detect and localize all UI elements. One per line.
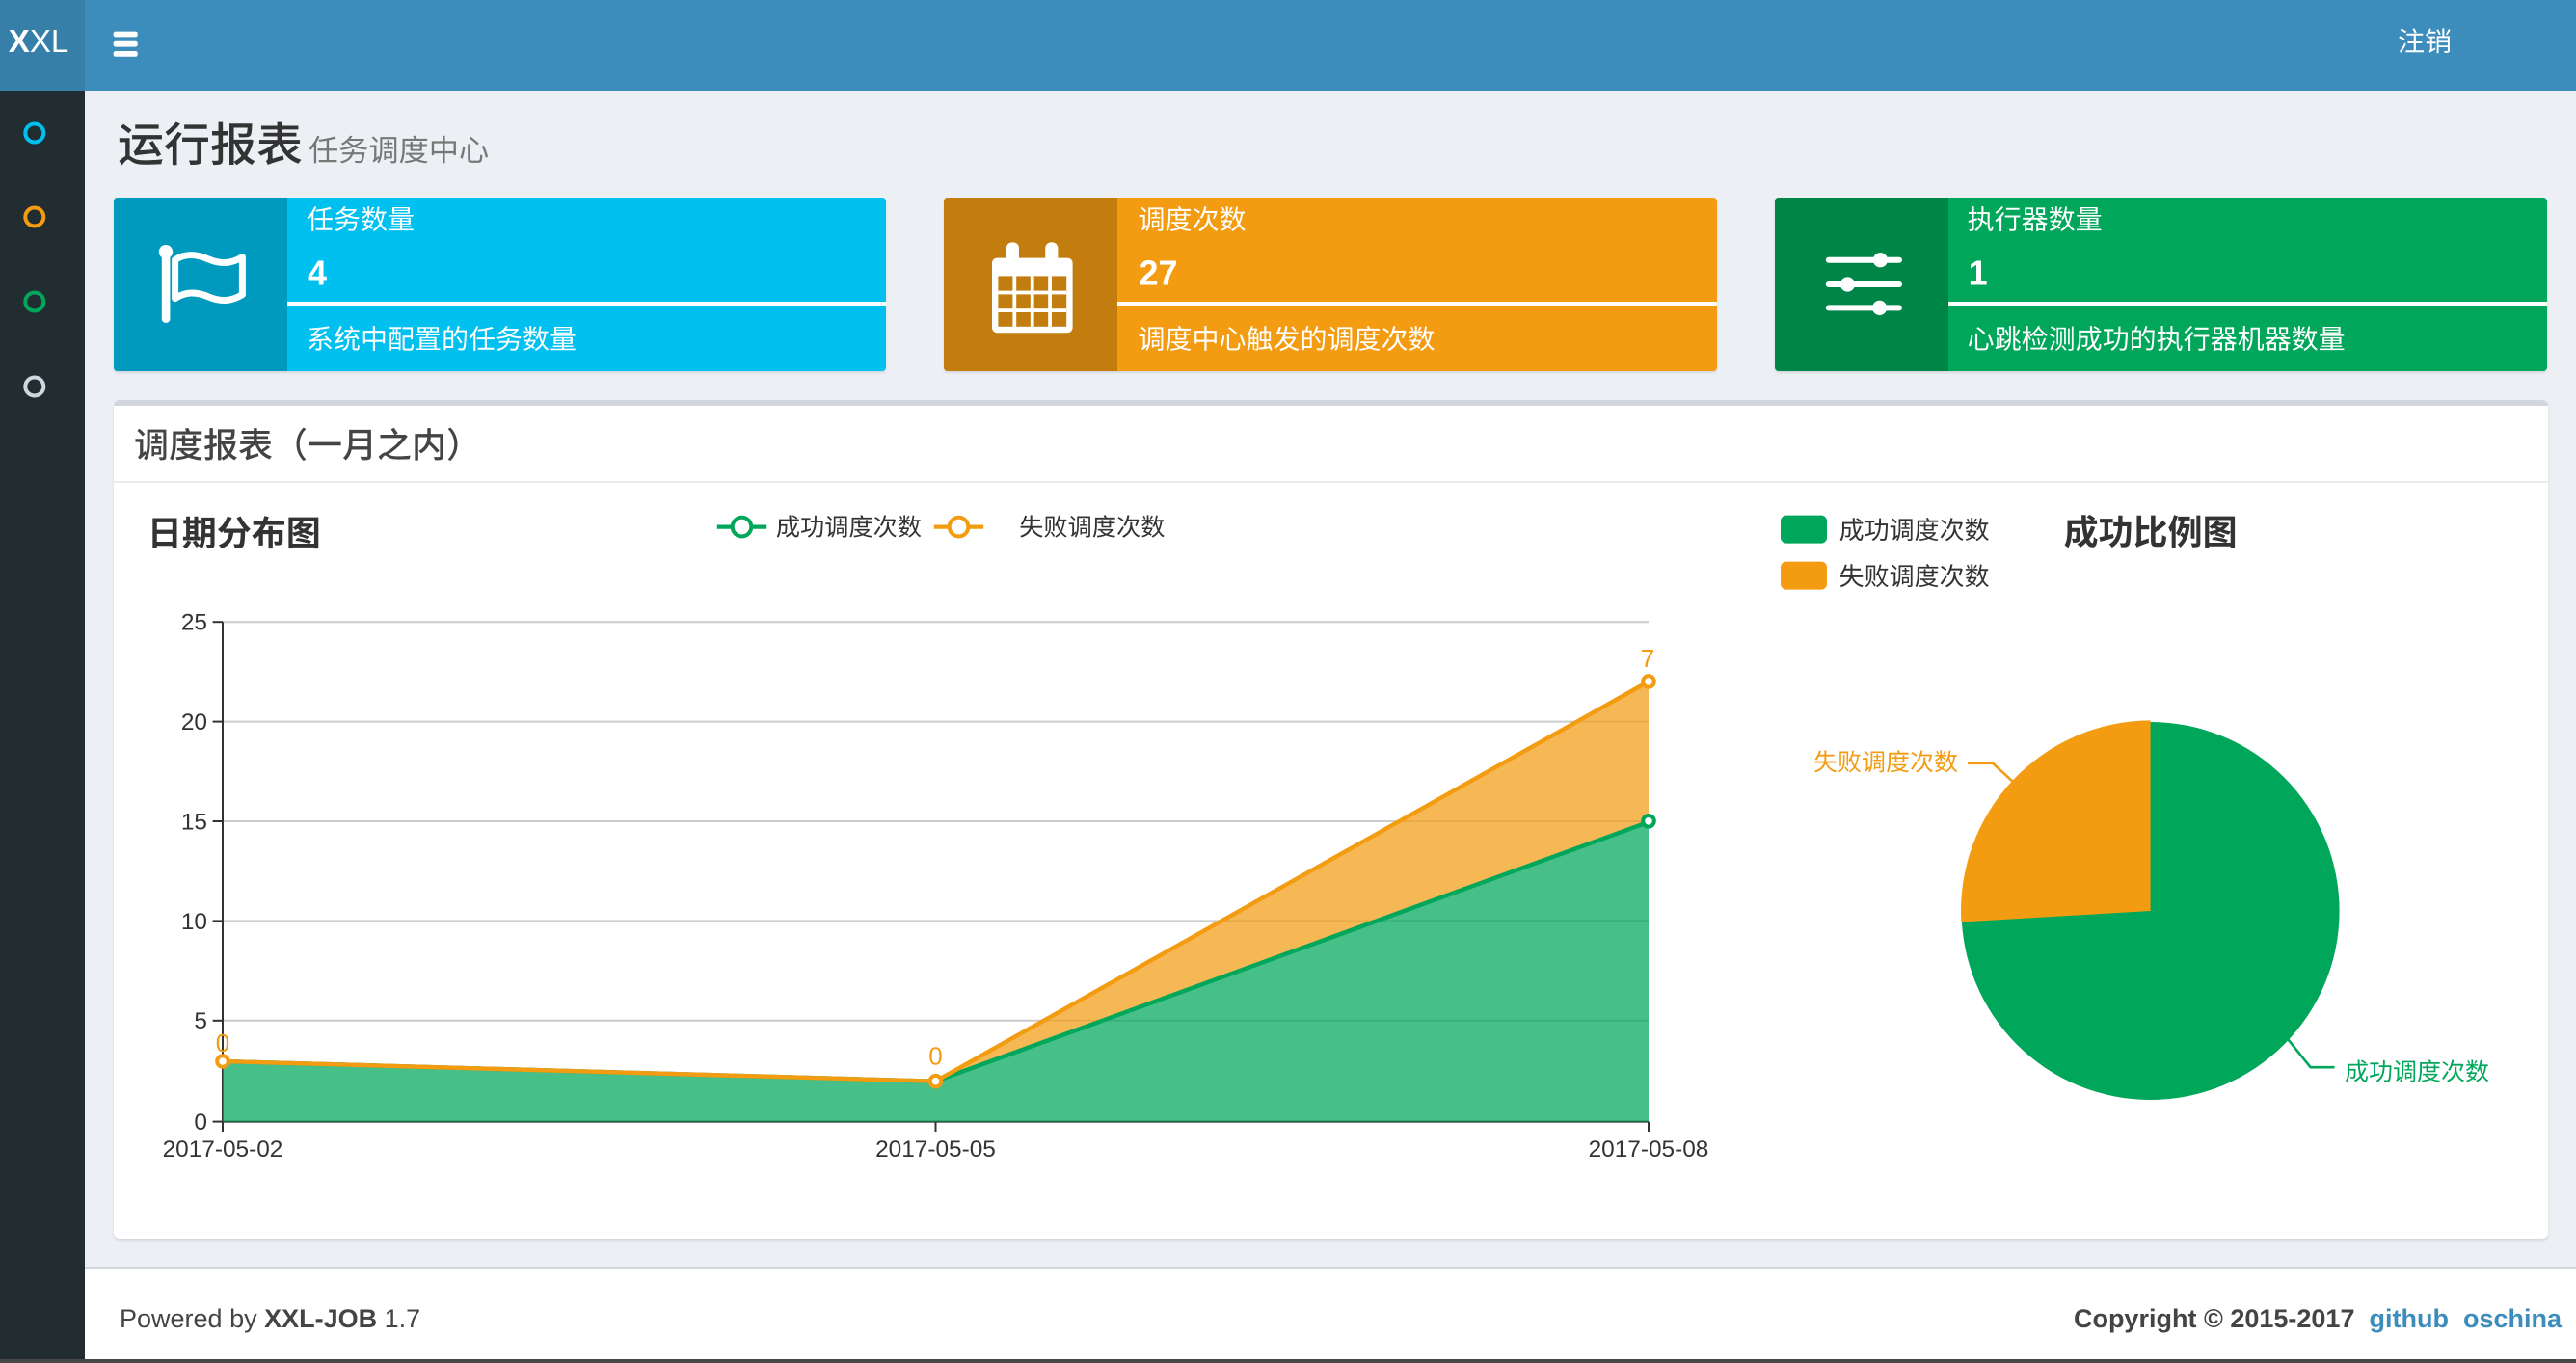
svg-text:0: 0 <box>928 1042 942 1071</box>
svg-text:7: 7 <box>1641 644 1654 673</box>
svg-text:4: 4 <box>308 254 327 293</box>
svg-text:0: 0 <box>216 1029 229 1057</box>
svg-text:10: 10 <box>181 909 207 935</box>
svg-text:2017-05-08: 2017-05-08 <box>1589 1136 1709 1163</box>
svg-text:2017-05-05: 2017-05-05 <box>875 1136 996 1163</box>
svg-text:15: 15 <box>181 809 207 835</box>
svg-text:2017-05-02: 2017-05-02 <box>163 1136 283 1163</box>
svg-text:XXL: XXL <box>9 23 68 59</box>
svg-text:5: 5 <box>194 1008 207 1034</box>
svg-text:Copyright © 2015-2017 github: Copyright © 2015-2017 github oschina <box>2074 1304 2563 1333</box>
svg-text:0: 0 <box>194 1109 207 1136</box>
svg-text:Powered by XXL-JOB 1.7: Powered by XXL-JOB 1.7 <box>120 1304 420 1333</box>
svg-text:20: 20 <box>181 709 207 735</box>
svg-text:25: 25 <box>181 610 207 636</box>
svg-text:1: 1 <box>1969 254 1988 293</box>
svg-text:27: 27 <box>1140 254 1178 293</box>
